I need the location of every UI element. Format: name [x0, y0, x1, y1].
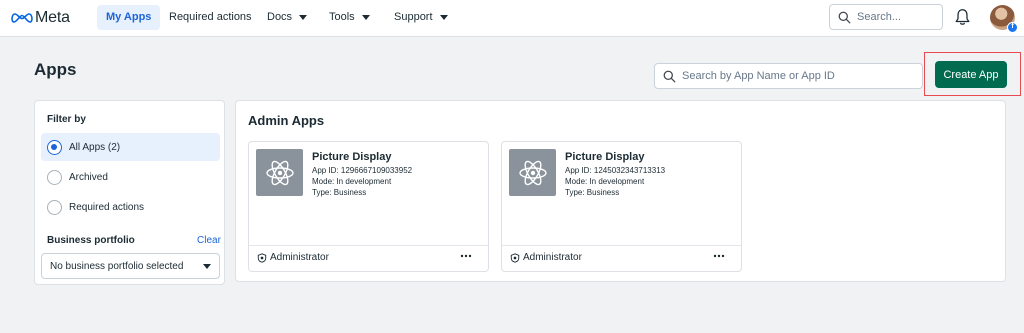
app-id: App ID: 1296667109033952	[312, 166, 413, 175]
nav-support-label: Support	[394, 11, 433, 23]
app-role-label: Administrator	[523, 252, 582, 263]
chevron-down-icon	[299, 15, 308, 20]
clear-link[interactable]: Clear	[197, 235, 221, 246]
filter-option-archived[interactable]: Archived	[41, 163, 220, 191]
nav-tools-label: Tools	[329, 11, 355, 23]
top-nav: Meta My Apps Required actions Docs Tools…	[0, 0, 1024, 37]
business-portfolio-value: No business portfolio selected	[50, 260, 184, 272]
nav-tools[interactable]: Tools	[320, 5, 379, 30]
app-name[interactable]: Picture Display	[312, 151, 391, 163]
nav-search[interactable]	[829, 4, 943, 30]
app-icon	[509, 149, 556, 196]
app-search-input[interactable]	[682, 70, 912, 82]
filter-option-label: All Apps (2)	[69, 141, 121, 153]
filter-option-label: Required actions	[69, 201, 145, 213]
app-role-label: Administrator	[270, 252, 329, 263]
card-divider	[249, 245, 488, 246]
app-id: App ID: 1245032343713313	[565, 166, 666, 175]
facebook-icon: f	[1007, 22, 1018, 33]
card-divider	[502, 245, 741, 246]
create-app-button[interactable]: Create App	[935, 61, 1007, 88]
admin-apps-heading: Admin Apps	[248, 113, 325, 128]
filter-heading: Filter by	[47, 114, 86, 125]
app-card[interactable]: Picture Display App ID: 1296667109033952…	[248, 141, 489, 272]
search-icon	[663, 70, 676, 82]
nav-support[interactable]: Support	[385, 5, 457, 30]
app-search[interactable]	[654, 63, 923, 89]
nav-docs[interactable]: Docs	[258, 5, 316, 30]
nav-docs-label: Docs	[267, 11, 293, 23]
logo-text: Meta	[35, 9, 70, 26]
shield-icon	[510, 252, 520, 263]
app-mode: Mode: In development	[312, 177, 392, 186]
chevron-down-icon	[203, 264, 211, 269]
page-title: Apps	[34, 60, 77, 79]
more-options-button[interactable]	[711, 248, 727, 264]
nav-required-actions-label: Required actions	[169, 11, 252, 23]
more-icon	[460, 254, 472, 258]
admin-apps-panel: Admin Apps Picture Display App ID: 12966…	[235, 100, 1006, 282]
app-card[interactable]: Picture Display App ID: 1245032343713313…	[501, 141, 742, 272]
atom-icon	[265, 160, 294, 185]
nav-my-apps-label: My Apps	[106, 11, 152, 23]
filter-option-label: Archived	[69, 171, 108, 183]
more-options-button[interactable]	[458, 248, 474, 264]
app-mode: Mode: In development	[565, 177, 645, 186]
app-type: Type: Business	[565, 188, 620, 197]
meta-logo[interactable]: Meta	[11, 8, 70, 28]
nav-required-actions[interactable]: Required actions	[160, 5, 261, 30]
app-name[interactable]: Picture Display	[565, 151, 644, 163]
atom-icon	[518, 160, 547, 185]
nav-search-input[interactable]	[857, 11, 941, 23]
business-portfolio-heading: Business portfolio	[47, 235, 135, 246]
filter-panel: Filter by All Apps (2) Archived Required…	[34, 100, 225, 285]
app-type: Type: Business	[312, 188, 367, 197]
business-portfolio-select[interactable]: No business portfolio selected	[41, 253, 220, 279]
app-role: Administrator	[510, 252, 582, 263]
filter-option-required-actions[interactable]: Required actions	[41, 193, 220, 221]
bell-icon[interactable]	[954, 8, 971, 26]
meta-logo-icon	[11, 13, 33, 23]
nav-my-apps[interactable]: My Apps	[97, 5, 161, 30]
avatar[interactable]: f	[990, 5, 1018, 33]
search-icon	[838, 11, 851, 23]
chevron-down-icon	[439, 15, 448, 20]
shield-icon	[257, 252, 267, 263]
filter-option-all-apps[interactable]: All Apps (2)	[41, 133, 220, 161]
radio-selected-icon[interactable]	[47, 139, 62, 155]
more-icon	[713, 254, 725, 258]
app-role: Administrator	[257, 252, 329, 263]
app-icon	[256, 149, 303, 196]
chevron-down-icon	[361, 15, 370, 20]
radio-icon[interactable]	[47, 199, 62, 215]
radio-icon[interactable]	[47, 169, 62, 185]
